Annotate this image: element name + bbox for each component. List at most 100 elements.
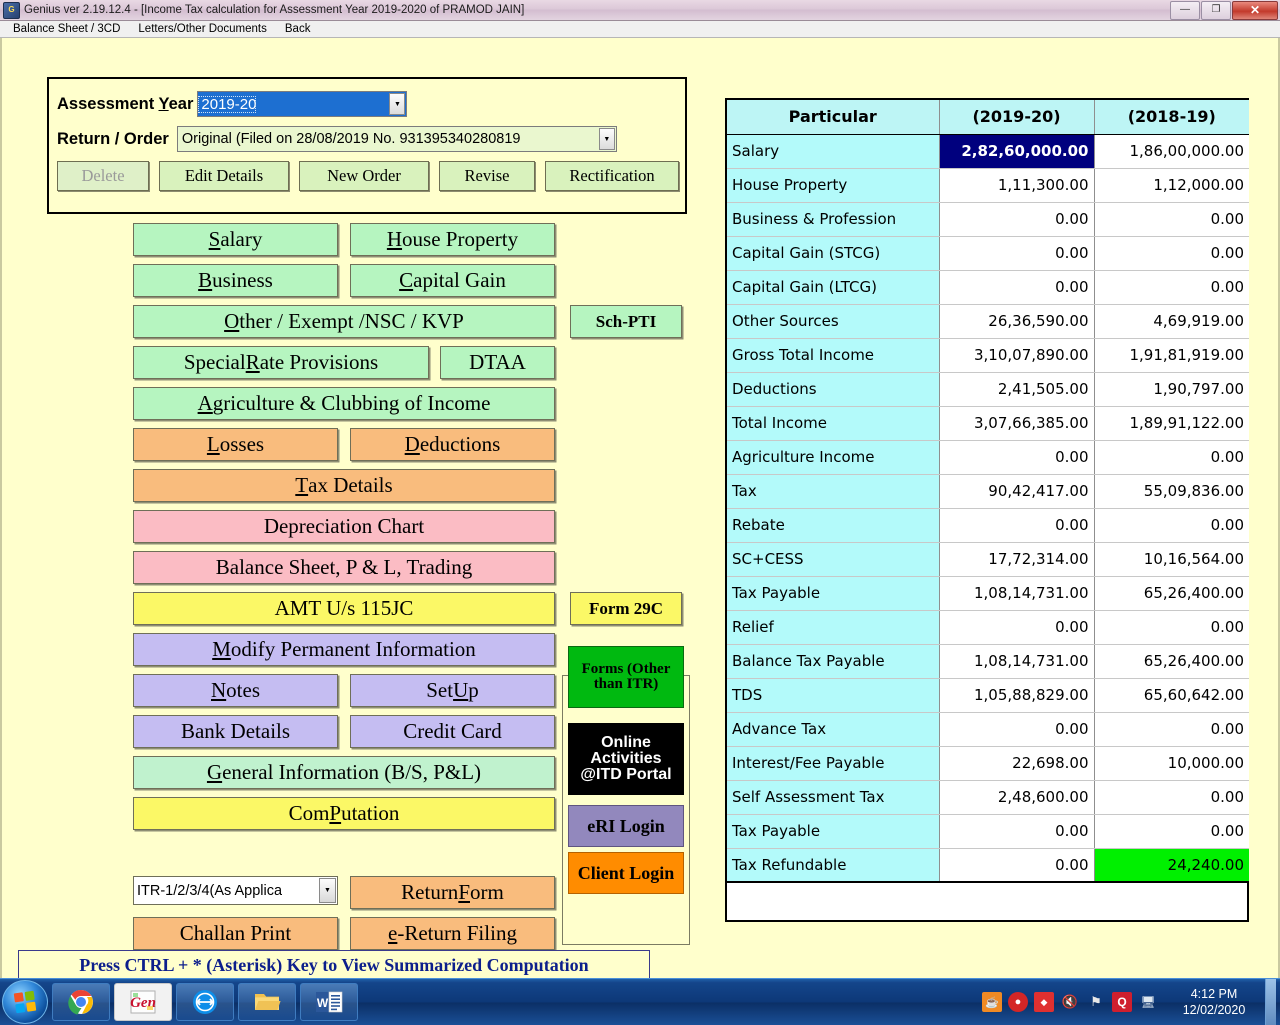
bank-details-button[interactable]: Bank Details — [133, 715, 338, 748]
delete-button[interactable]: Delete — [57, 161, 149, 191]
row-particular[interactable]: Relief — [727, 610, 939, 644]
row-value-previous-year[interactable]: 24,240.00 — [1094, 848, 1249, 882]
business-button[interactable]: Business — [133, 264, 338, 297]
row-value-previous-year[interactable]: 1,91,81,919.00 — [1094, 338, 1249, 372]
row-value-current-year[interactable]: 0.00 — [939, 712, 1094, 746]
row-particular[interactable]: Tax — [727, 474, 939, 508]
row-value-current-year[interactable]: 90,42,417.00 — [939, 474, 1094, 508]
row-value-previous-year[interactable]: 0.00 — [1094, 814, 1249, 848]
row-value-current-year[interactable]: 0.00 — [939, 848, 1094, 882]
row-value-previous-year[interactable]: 0.00 — [1094, 202, 1249, 236]
row-value-current-year[interactable]: 0.00 — [939, 610, 1094, 644]
row-value-current-year[interactable]: 26,36,590.00 — [939, 304, 1094, 338]
row-value-current-year[interactable]: 0.00 — [939, 508, 1094, 542]
taskbar-item-teamviewer[interactable] — [176, 983, 234, 1021]
row-value-current-year[interactable]: 3,07,66,385.00 — [939, 406, 1094, 440]
online-activities-itd-portal-button[interactable]: Online Activities @ITD Portal — [568, 723, 684, 795]
new-order-button[interactable]: New Order — [299, 161, 429, 191]
balance-sheet-pl-trading-button[interactable]: Balance Sheet, P & L, Trading — [133, 551, 555, 584]
red-diamond-icon[interactable]: ◆ — [1034, 992, 1054, 1012]
assessment-year-select[interactable]: 2019-20 ▼ — [197, 91, 407, 117]
row-value-current-year[interactable]: 2,82,60,000.00 — [939, 134, 1094, 168]
chevron-down-icon[interactable]: ▼ — [389, 93, 405, 115]
sch-pti-button[interactable]: Sch-PTI — [570, 305, 682, 338]
network-icon[interactable]: 🖥 — [1138, 992, 1158, 1012]
taskbar-item-genius[interactable]: Gen — [114, 983, 172, 1021]
row-particular[interactable]: Tax Payable — [727, 576, 939, 610]
edit-details-button[interactable]: Edit Details — [159, 161, 289, 191]
special-rate-provisions-button[interactable]: Special Rate Provisions — [133, 346, 429, 379]
general-information-button[interactable]: General Information (B/S, P&L) — [133, 756, 555, 789]
clock[interactable]: 4:12 PM 12/02/2020 — [1167, 986, 1261, 1018]
row-value-previous-year[interactable]: 10,16,564.00 — [1094, 542, 1249, 576]
row-value-previous-year[interactable]: 0.00 — [1094, 780, 1249, 814]
row-particular[interactable]: Agriculture Income — [727, 440, 939, 474]
row-value-current-year[interactable]: 1,08,14,731.00 — [939, 576, 1094, 610]
row-particular[interactable]: Gross Total Income — [727, 338, 939, 372]
row-value-current-year[interactable]: 0.00 — [939, 440, 1094, 474]
row-value-current-year[interactable]: 22,698.00 — [939, 746, 1094, 780]
row-value-current-year[interactable]: 1,08,14,731.00 — [939, 644, 1094, 678]
row-value-previous-year[interactable]: 4,69,919.00 — [1094, 304, 1249, 338]
menu-item-letters-other-documents[interactable]: Letters/Other Documents — [129, 21, 275, 37]
row-value-previous-year[interactable]: 0.00 — [1094, 270, 1249, 304]
row-particular[interactable]: SC+CESS — [727, 542, 939, 576]
row-particular[interactable]: House Property — [727, 168, 939, 202]
ereturn-filing-button[interactable]: e-Return Filing — [350, 917, 555, 950]
notes-button[interactable]: Notes — [133, 674, 338, 707]
row-value-previous-year[interactable]: 0.00 — [1094, 508, 1249, 542]
row-value-current-year[interactable]: 2,48,600.00 — [939, 780, 1094, 814]
computation-button[interactable]: ComPutation — [133, 797, 555, 830]
row-particular[interactable]: Deductions — [727, 372, 939, 406]
row-value-previous-year[interactable]: 0.00 — [1094, 440, 1249, 474]
revise-button[interactable]: Revise — [439, 161, 535, 191]
taskbar-item-word[interactable]: W — [300, 983, 358, 1021]
speaker-muted-icon[interactable]: 🔇 — [1060, 992, 1080, 1012]
menu-item-back[interactable]: Back — [276, 21, 320, 37]
row-value-previous-year[interactable]: 1,90,797.00 — [1094, 372, 1249, 406]
dtaa-button[interactable]: DTAA — [440, 346, 555, 379]
modify-permanent-information-button[interactable]: Modify Permanent Information — [133, 633, 555, 666]
eri-login-button[interactable]: eRI Login — [568, 805, 684, 847]
row-value-current-year[interactable]: 0.00 — [939, 236, 1094, 270]
row-particular[interactable]: Capital Gain (STCG) — [727, 236, 939, 270]
antivirus-icon[interactable]: ● — [1008, 992, 1028, 1012]
salary-button[interactable]: Salary — [133, 223, 338, 256]
forms-other-than-itr-button[interactable]: Forms (Other than ITR) — [568, 646, 684, 708]
client-login-button[interactable]: Client Login — [568, 852, 684, 894]
row-value-current-year[interactable]: 1,05,88,829.00 — [939, 678, 1094, 712]
row-particular[interactable]: Tax Payable — [727, 814, 939, 848]
row-value-previous-year[interactable]: 65,26,400.00 — [1094, 576, 1249, 610]
row-value-previous-year[interactable]: 65,26,400.00 — [1094, 644, 1249, 678]
row-value-current-year[interactable]: 17,72,314.00 — [939, 542, 1094, 576]
other-exempt-nsc-kvp-button[interactable]: Other / Exempt /NSC / KVP — [133, 305, 555, 338]
row-value-current-year[interactable]: 0.00 — [939, 270, 1094, 304]
row-particular[interactable]: Other Sources — [727, 304, 939, 338]
row-particular[interactable]: Rebate — [727, 508, 939, 542]
row-value-current-year[interactable]: 2,41,505.00 — [939, 372, 1094, 406]
row-value-previous-year[interactable]: 1,89,91,122.00 — [1094, 406, 1249, 440]
return-order-select[interactable]: Original (Filed on 28/08/2019 No. 931395… — [177, 126, 617, 152]
row-value-current-year[interactable]: 1,11,300.00 — [939, 168, 1094, 202]
deductions-button[interactable]: Deductions — [350, 428, 555, 461]
return-form-button[interactable]: Return Form — [350, 876, 555, 909]
row-value-previous-year[interactable]: 1,86,00,000.00 — [1094, 134, 1249, 168]
taskbar-item-explorer[interactable] — [238, 983, 296, 1021]
row-particular[interactable]: Salary — [727, 134, 939, 168]
row-particular[interactable]: Tax Refundable — [727, 848, 939, 882]
action-center-flag-icon[interactable]: ⚑ — [1086, 992, 1106, 1012]
house-property-button[interactable]: House Property — [350, 223, 555, 256]
rectification-button[interactable]: Rectification — [545, 161, 679, 191]
row-value-previous-year[interactable]: 55,09,836.00 — [1094, 474, 1249, 508]
row-particular[interactable]: Advance Tax — [727, 712, 939, 746]
row-value-current-year[interactable]: 3,10,07,890.00 — [939, 338, 1094, 372]
row-particular[interactable]: Capital Gain (LTCG) — [727, 270, 939, 304]
row-particular[interactable]: Business & Profession — [727, 202, 939, 236]
depreciation-chart-button[interactable]: Depreciation Chart — [133, 510, 555, 543]
row-particular[interactable]: TDS — [727, 678, 939, 712]
minimize-button[interactable]: — — [1170, 1, 1200, 20]
row-particular[interactable]: Self Assessment Tax — [727, 780, 939, 814]
row-particular[interactable]: Interest/Fee Payable — [727, 746, 939, 780]
row-value-previous-year[interactable]: 0.00 — [1094, 610, 1249, 644]
java-icon[interactable]: ☕ — [982, 992, 1002, 1012]
